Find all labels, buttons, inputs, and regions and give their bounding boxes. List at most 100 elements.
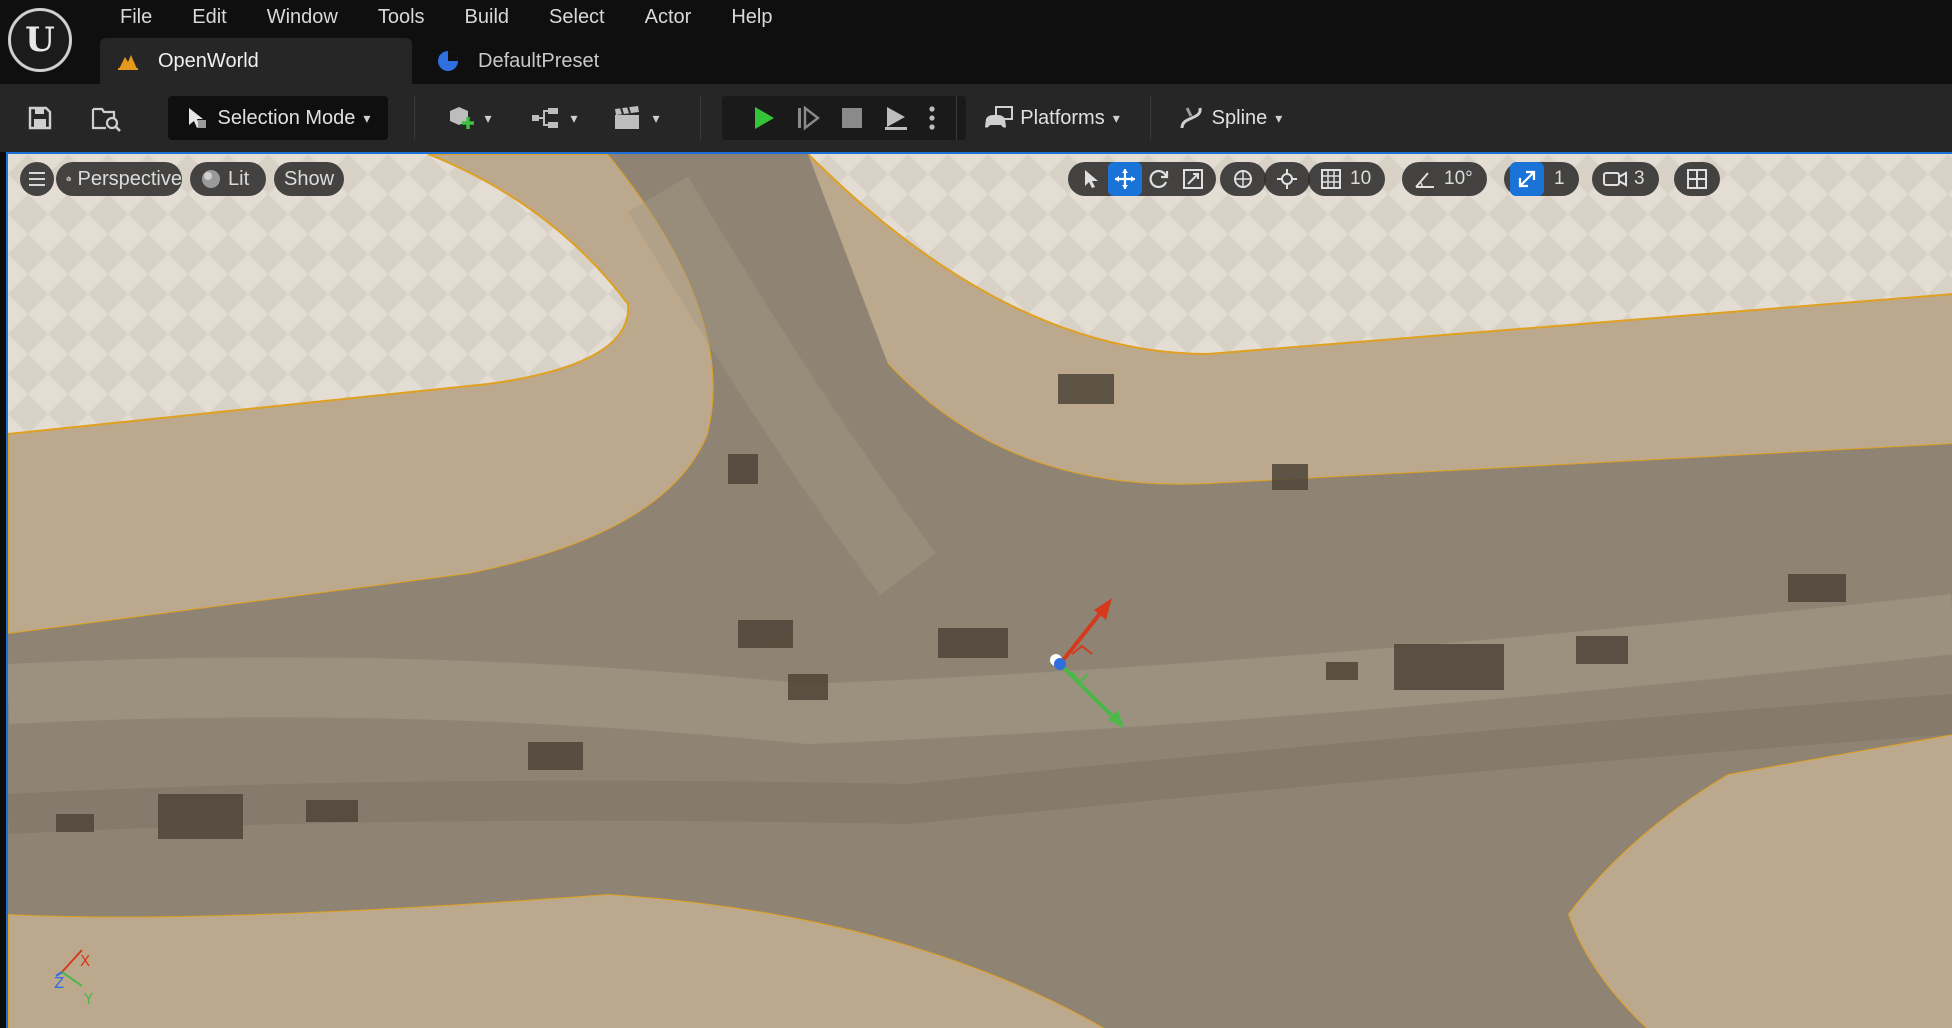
- rotation-snap-value: 10°: [1444, 168, 1473, 189]
- eject-icon: [885, 107, 907, 130]
- play-controls: [722, 96, 966, 140]
- selection-mode-icon: [188, 108, 206, 128]
- scale-snap-value: 1: [1554, 168, 1565, 189]
- menu-window[interactable]: Window: [247, 0, 358, 34]
- play-icon: [755, 107, 774, 129]
- cinematics-button[interactable]: ▾: [604, 96, 668, 140]
- camera-speed-value: 3: [1634, 168, 1645, 189]
- more-options-button[interactable]: [918, 101, 946, 135]
- platforms-dropdown[interactable]: Platforms ▾: [976, 96, 1128, 140]
- content-browser-icon: [91, 107, 121, 132]
- axis-y-label: Y: [83, 990, 94, 1008]
- stop-icon: [842, 108, 862, 128]
- eject-button[interactable]: [874, 101, 918, 135]
- chevron-down-icon: ▾: [363, 109, 371, 126]
- lit-label: Lit: [228, 167, 250, 190]
- level-icon: [114, 47, 142, 75]
- chevron-down-icon: ▾: [652, 109, 660, 126]
- menu-edit[interactable]: Edit: [172, 0, 246, 34]
- toolbar-divider: [700, 96, 701, 140]
- rotate-icon: [1149, 169, 1169, 189]
- grid-snap-value: 10: [1350, 168, 1372, 189]
- world-icon: [1226, 162, 1260, 196]
- main-toolbar: Selection Mode ▾ ▾ ▾ ▾ Platforms ▾ Splin…: [0, 84, 1952, 152]
- scale-snap-icon: [1510, 162, 1544, 196]
- show-label: Show: [283, 167, 335, 190]
- preset-icon: [434, 47, 462, 75]
- cursor-icon: [1085, 170, 1098, 188]
- tab-defaultpreset[interactable]: DefaultPreset: [420, 38, 720, 84]
- toolbar-divider: [414, 96, 415, 140]
- menu-actor[interactable]: Actor: [625, 0, 712, 34]
- lit-sphere-icon: [202, 170, 220, 188]
- layout-icon: [1680, 162, 1714, 196]
- platforms-label: Platforms: [1020, 106, 1105, 129]
- rotate-tool-button[interactable]: [1142, 162, 1176, 196]
- viewport-layout-button[interactable]: [1674, 162, 1720, 196]
- grid-icon: [1314, 162, 1348, 196]
- scale-icon: [1183, 169, 1203, 189]
- menu-select[interactable]: Select: [529, 0, 625, 34]
- camera-icon: [1598, 162, 1632, 196]
- viewport-scene: X Z Y: [8, 154, 1952, 1028]
- scale-tool-button[interactable]: [1176, 162, 1210, 196]
- save-button[interactable]: [18, 96, 62, 140]
- menu-tools[interactable]: Tools: [358, 0, 445, 34]
- coordinate-system-button[interactable]: [1220, 162, 1266, 196]
- tab-label: DefaultPreset: [478, 49, 600, 72]
- axis-z-label: Z: [54, 974, 64, 992]
- unreal-logo[interactable]: U: [8, 8, 72, 72]
- select-tool-button[interactable]: [1074, 162, 1108, 196]
- add-actor-icon: [450, 107, 475, 129]
- rotation-snap-button[interactable]: 10°: [1402, 162, 1487, 196]
- tab-label: OpenWorld: [158, 49, 259, 72]
- menu-help[interactable]: Help: [711, 0, 792, 34]
- surface-snapping-button[interactable]: [1264, 162, 1310, 196]
- more-vertical-icon: [929, 106, 935, 130]
- lit-view-mode-button[interactable]: Lit: [190, 162, 266, 196]
- menu-file[interactable]: File: [100, 0, 172, 34]
- perspective-label: Perspective: [77, 167, 183, 190]
- cube-icon: [66, 176, 72, 182]
- platforms-icon: [985, 106, 1014, 128]
- step-forward-icon: [798, 105, 820, 131]
- spline-mode-dropdown[interactable]: Spline ▾: [1168, 96, 1292, 140]
- level-viewport[interactable]: X Z Y Perspective Lit Show 10 10° 1 3: [6, 152, 1952, 1028]
- blueprints-button[interactable]: ▾: [522, 96, 586, 140]
- selection-mode-label: Selection Mode: [217, 106, 356, 129]
- clapperboard-icon: [615, 106, 640, 129]
- advance-frame-button[interactable]: [786, 101, 830, 135]
- menu-bar: File Edit Window Tools Build Select Acto…: [100, 0, 792, 34]
- translate-tool-button[interactable]: [1108, 162, 1142, 196]
- selection-mode-dropdown[interactable]: Selection Mode ▾: [168, 96, 388, 140]
- title-bar: U File Edit Window Tools Build Select Ac…: [0, 0, 1952, 84]
- angle-icon: [1408, 162, 1442, 196]
- toolbar-divider: [1150, 96, 1151, 140]
- grid-snap-button[interactable]: 10: [1308, 162, 1386, 196]
- menu-build[interactable]: Build: [445, 0, 529, 34]
- show-flags-button[interactable]: Show: [274, 162, 344, 196]
- chevron-down-icon: ▾: [570, 109, 578, 126]
- save-icon: [28, 106, 52, 130]
- toolbar-divider: [956, 96, 957, 140]
- transform-tools: [1068, 162, 1216, 196]
- viewport-options-button[interactable]: [20, 162, 54, 196]
- stop-button[interactable]: [830, 101, 874, 135]
- play-button[interactable]: [742, 101, 786, 135]
- tab-openworld[interactable]: OpenWorld: [100, 38, 412, 84]
- axis-x-label: X: [80, 952, 90, 970]
- spline-icon: [1180, 107, 1202, 129]
- surface-snap-icon: [1270, 162, 1304, 196]
- spline-label: Spline: [1211, 106, 1268, 129]
- chevron-down-icon: ▾: [1275, 109, 1283, 126]
- chevron-down-icon: ▾: [1112, 109, 1120, 126]
- chevron-down-icon: ▾: [484, 109, 492, 126]
- add-actor-button[interactable]: ▾: [438, 96, 500, 140]
- perspective-button[interactable]: Perspective: [56, 162, 182, 196]
- hamburger-menu-icon: [29, 172, 45, 186]
- blueprint-icon: [532, 108, 559, 128]
- content-browser-button[interactable]: [82, 96, 130, 140]
- scale-snap-button[interactable]: 1: [1504, 162, 1579, 196]
- camera-speed-button[interactable]: 3: [1592, 162, 1659, 196]
- move-icon: [1115, 169, 1135, 189]
